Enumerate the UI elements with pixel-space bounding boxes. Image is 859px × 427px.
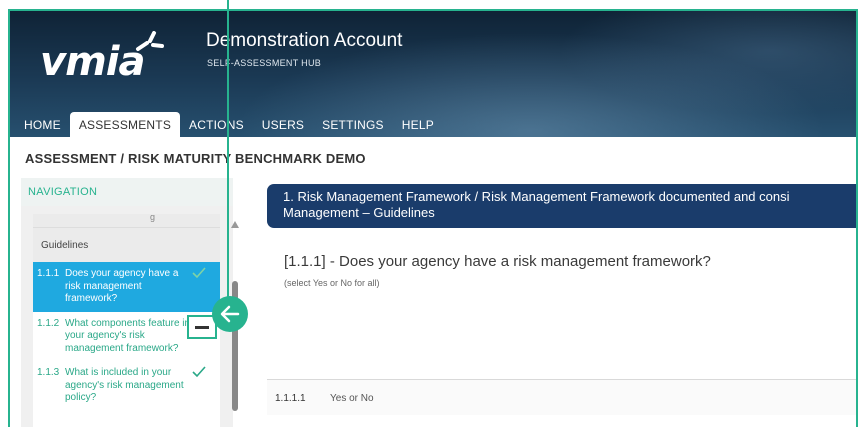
question-text: Does your agency have a risk management …	[65, 268, 179, 304]
arrow-left-icon	[220, 305, 240, 323]
nav-settings[interactable]: SETTINGS	[313, 112, 393, 137]
nav-actions[interactable]: ACTIONS	[180, 112, 253, 137]
question-text: What is included in your agency's risk m…	[65, 367, 184, 403]
scroll-up-arrow-icon[interactable]	[231, 221, 239, 228]
navigation-heading: NAVIGATION	[21, 178, 233, 206]
check-icon	[192, 366, 206, 378]
nav-users[interactable]: USERS	[253, 112, 313, 137]
question-number: 1.1.1	[37, 268, 60, 279]
truncated-item: g	[33, 214, 220, 228]
section-header-line-2: Management – Guidelines	[283, 205, 435, 220]
nav-question-1-1-1[interactable]: 1.1.1 Does your agency have a risk manag…	[33, 262, 220, 312]
navigation-panel: NAVIGATION g Guidelines 1.1.1 Does your …	[21, 178, 233, 427]
breadcrumb: ASSESSMENT / RISK MATURITY BENCHMARK DEM…	[25, 151, 366, 166]
question-hint: (select Yes or No for all)	[284, 278, 380, 288]
nav-home[interactable]: HOME	[10, 112, 70, 137]
nav-help[interactable]: HELP	[393, 112, 443, 137]
nav-question-1-1-3[interactable]: 1.1.3 What is included in your agency's …	[33, 361, 220, 411]
section-header-line-1: 1. Risk Management Framework / Risk Mana…	[283, 189, 790, 204]
answer-row-label: Yes or No	[330, 393, 374, 404]
header-banner: vmia Demonstration Account SELF-ASSESSME…	[10, 11, 856, 137]
question-section-header: 1. Risk Management Framework / Risk Mana…	[267, 184, 856, 228]
question-text: What components feature in your agency's…	[65, 317, 191, 354]
question-title: [1.1.1] - Does your agency have a risk m…	[284, 253, 711, 270]
question-number: 1.1.3	[37, 367, 60, 378]
account-title: Demonstration Account	[206, 30, 403, 51]
question-panel: 1. Risk Management Framework / Risk Mana…	[267, 184, 856, 427]
annotation-line	[227, 0, 229, 297]
annotation-pointer	[212, 296, 248, 332]
answer-row-number: 1.1.1.1	[275, 393, 306, 404]
nav-assessments[interactable]: ASSESSMENTS	[69, 112, 181, 137]
check-icon	[192, 267, 206, 279]
logo-spark-icon	[136, 31, 164, 51]
question-number: 1.1.2	[37, 317, 60, 329]
account-subtitle: SELF-ASSESSMENT HUB	[207, 58, 322, 68]
nav-group-label: Guidelines	[33, 228, 220, 262]
answer-row[interactable]: 1.1.1.1 Yes or No	[267, 379, 856, 415]
vmia-logo: vmia	[40, 39, 145, 85]
app-frame: vmia Demonstration Account SELF-ASSESSME…	[8, 9, 858, 427]
